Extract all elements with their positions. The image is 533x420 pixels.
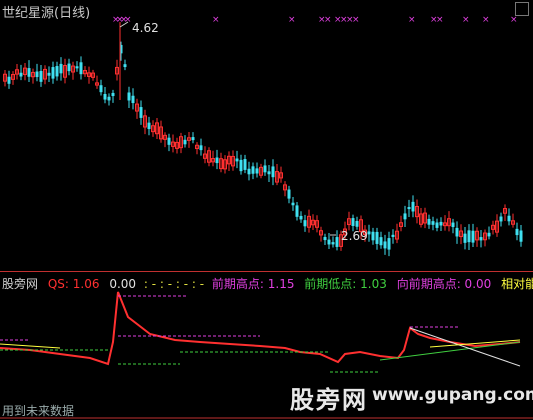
watermark-cn: 股旁网: [290, 386, 368, 414]
min-price-label: 2.69: [341, 229, 368, 243]
watermark-url: www.gupang.com: [372, 385, 533, 405]
price-chart[interactable]: ×××× × × ×× ×××× × ×× × × × 4.62 2.69: [0, 0, 533, 272]
window-title: 世纪星源(日线): [2, 6, 91, 21]
prev-low-value: 前期低点: 1.03: [304, 277, 387, 291]
max-price-label: 4.62: [132, 21, 159, 35]
footer-note: 用到未来数据: [2, 404, 75, 418]
signal-marker: ×: [212, 15, 220, 25]
signal-marker: ×: [324, 15, 332, 25]
signal-marker: ×: [510, 15, 518, 25]
signal-marker: ×: [462, 15, 470, 25]
signal-marker: ×: [482, 15, 490, 25]
corner-toggle-icon[interactable]: [515, 2, 529, 16]
fwd-high-value: 向前期高点: 0.00: [396, 277, 492, 291]
signal-marker: ×: [288, 15, 296, 25]
indicator-name: 股旁网: [2, 277, 39, 291]
energy-label: 相对能量:: [501, 277, 533, 291]
zero-value: 0.00: [109, 277, 137, 291]
dash-values: : - : - : - : -: [143, 277, 205, 291]
qs-value: QS: 1.06: [47, 277, 100, 291]
prev-high-value: 前期高点: 1.15: [211, 277, 295, 291]
signal-marker: ×: [352, 15, 360, 25]
signal-marker: ×: [408, 15, 416, 25]
signal-marker: ×: [436, 15, 444, 25]
indicator-legend: 股旁网 QS: 1.06 0.00 : - : - : - : - 前期高点: …: [2, 275, 533, 292]
